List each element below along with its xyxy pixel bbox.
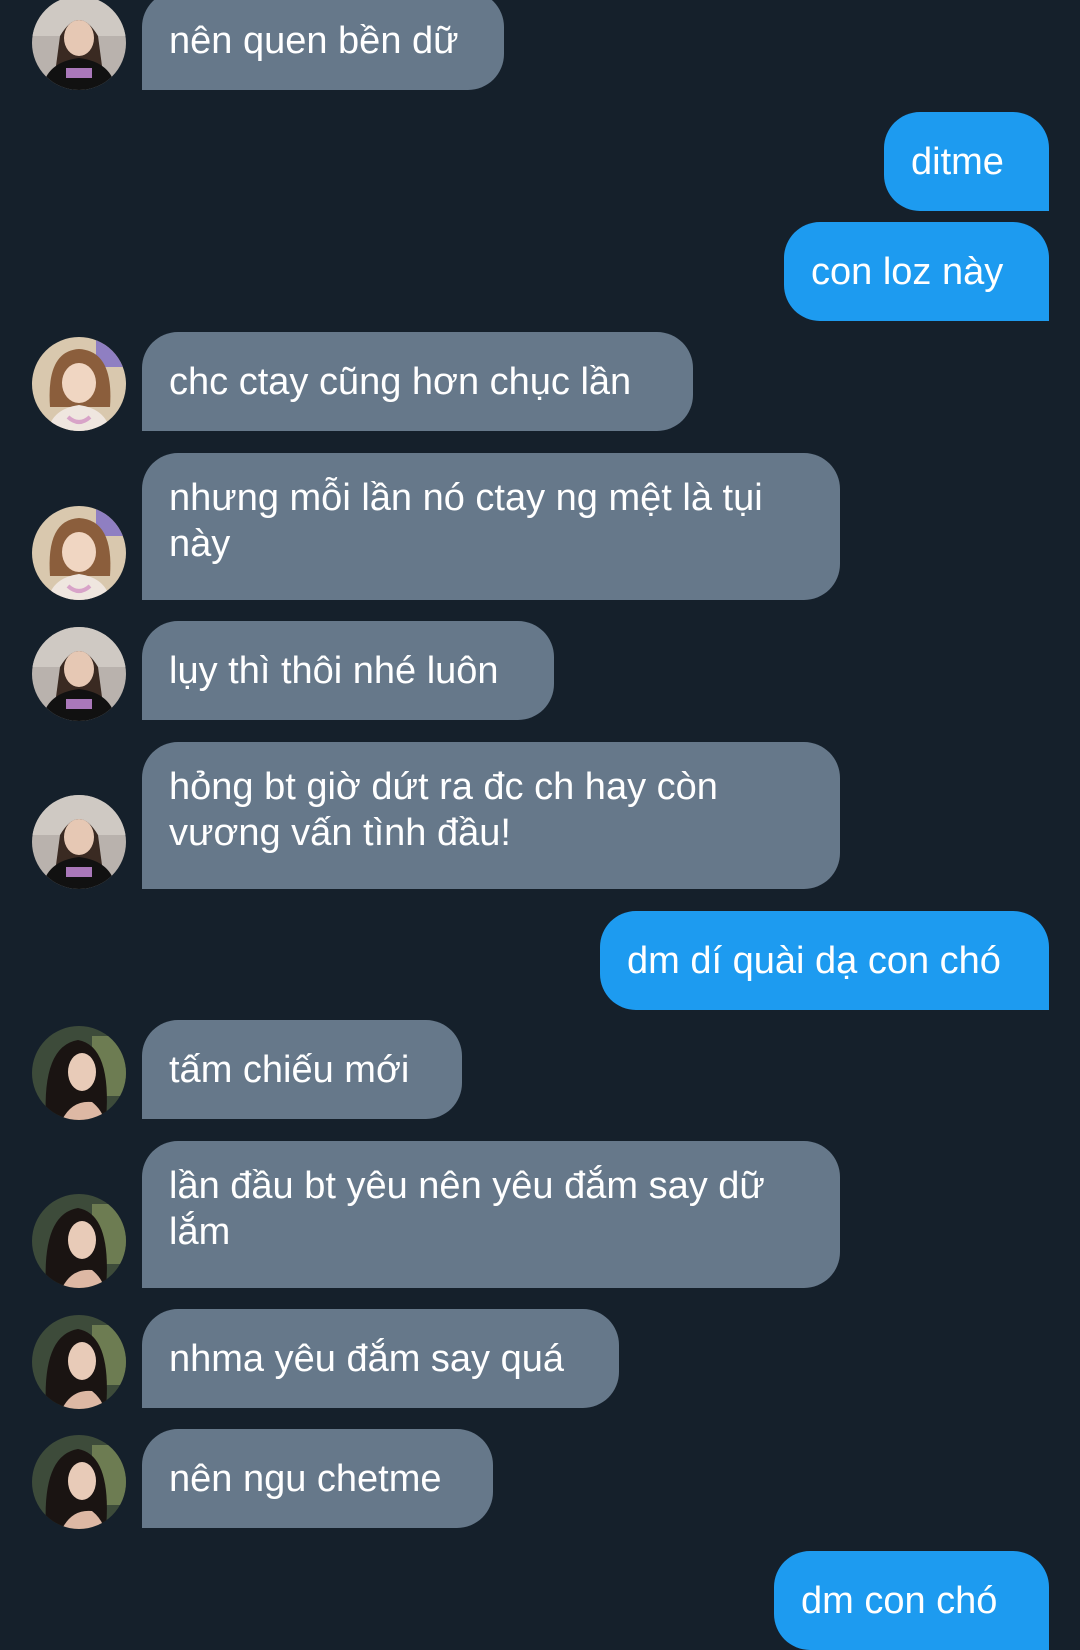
avatar[interactable] [32, 795, 126, 889]
avatar[interactable] [32, 627, 126, 721]
incoming-message[interactable]: hỏng bt giờ dứt ra đc ch hay còn vương v… [142, 742, 840, 889]
outgoing-message[interactable]: dm con chó [774, 1551, 1049, 1650]
outgoing-message[interactable]: con loz này [784, 222, 1049, 321]
incoming-message[interactable]: nên quen bền dữ [142, 0, 504, 90]
avatar-black-tee-photo [32, 627, 126, 721]
avatar-long-hair-photo [32, 1315, 126, 1409]
incoming-message[interactable]: lụy thì thôi nhé luôn [142, 621, 554, 720]
avatar[interactable] [32, 1315, 126, 1409]
avatar-black-tee-photo [32, 0, 126, 90]
incoming-message[interactable]: nhưng mỗi lần nó ctay ng mệt là tụi này [142, 453, 840, 600]
incoming-message[interactable]: tấm chiếu mới [142, 1020, 462, 1119]
avatar-black-tee-photo [32, 795, 126, 889]
avatar-long-hair-photo [32, 1026, 126, 1120]
avatar-long-hair-photo [32, 1435, 126, 1529]
avatar[interactable] [32, 337, 126, 431]
avatar[interactable] [32, 506, 126, 600]
outgoing-message[interactable]: ditme [884, 112, 1049, 211]
outgoing-message[interactable]: dm dí quài dạ con chó [600, 911, 1049, 1010]
avatar[interactable] [32, 1435, 126, 1529]
avatar-selfie-photo [32, 506, 126, 600]
message-thread: nên quen bền dữ ditme con loz này chc ct… [0, 0, 1080, 1650]
incoming-message[interactable]: nhma yêu đắm say quá [142, 1309, 619, 1408]
avatar[interactable] [32, 1194, 126, 1288]
avatar[interactable] [32, 0, 126, 90]
avatar[interactable] [32, 1026, 126, 1120]
incoming-message[interactable]: lần đầu bt yêu nên yêu đắm say dữ lắm [142, 1141, 840, 1288]
avatar-long-hair-photo [32, 1194, 126, 1288]
incoming-message[interactable]: nên ngu chetme [142, 1429, 493, 1528]
avatar-selfie-photo [32, 337, 126, 431]
incoming-message[interactable]: chc ctay cũng hơn chục lần [142, 332, 693, 431]
